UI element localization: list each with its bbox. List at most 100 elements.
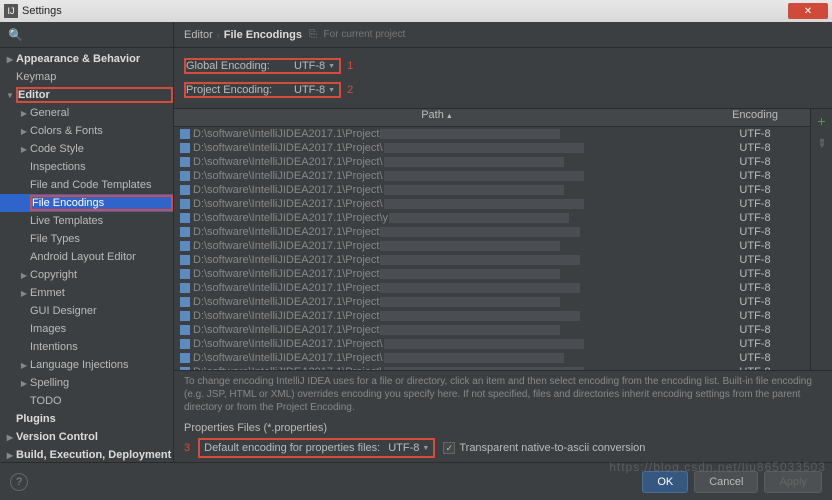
encoding-cell[interactable]: UTF-8 bbox=[700, 352, 810, 364]
path-text: D:\software\IntelliJIDEA2017.1\Project bbox=[193, 226, 379, 238]
project-encoding-dropdown[interactable]: UTF-8 ▼ bbox=[290, 84, 339, 96]
chevron-down-icon: ▼ bbox=[328, 87, 335, 94]
table-row[interactable]: D:\software\IntelliJIDEA2017.1\ProjectUT… bbox=[174, 127, 810, 141]
sidebar-item-images[interactable]: Images bbox=[0, 320, 173, 338]
sidebar-item-spelling[interactable]: ▶Spelling bbox=[0, 374, 173, 392]
search-icon: 🔍 bbox=[8, 28, 23, 42]
folder-icon bbox=[180, 227, 190, 237]
table-row[interactable]: D:\software\IntelliJIDEA2017.1\Project UT… bbox=[174, 267, 810, 281]
breadcrumb-page: File Encodings bbox=[224, 29, 302, 41]
sidebar-item-android-layout-editor[interactable]: Android Layout Editor bbox=[0, 248, 173, 266]
table-row[interactable]: D:\software\IntelliJIDEA2017.1\Project\U… bbox=[174, 197, 810, 211]
encoding-cell[interactable]: UTF-8 bbox=[700, 240, 810, 252]
sidebar-item-label: File and Code Templates bbox=[30, 179, 173, 191]
global-encoding-dropdown[interactable]: UTF-8 ▼ bbox=[290, 60, 339, 72]
encoding-cell[interactable]: UTF-8 bbox=[700, 254, 810, 266]
table-row[interactable]: D:\software\IntelliJIDEA2017.1\Project\U… bbox=[174, 337, 810, 351]
path-text: D:\software\IntelliJIDEA2017.1\Project bbox=[193, 282, 379, 294]
add-icon[interactable]: + bbox=[817, 113, 825, 129]
path-text: D:\software\IntelliJIDEA2017.1\Project bbox=[193, 296, 379, 308]
expand-arrow-icon: ▼ bbox=[4, 91, 16, 100]
encoding-cell[interactable]: UTF-8 bbox=[700, 142, 810, 154]
table-row[interactable]: D:\software\IntelliJIDEA2017.1\ProjectUT… bbox=[174, 323, 810, 337]
table-row[interactable]: D:\software\IntelliJIDEA2017.1\Project\U… bbox=[174, 169, 810, 183]
encoding-cell[interactable]: UTF-8 bbox=[700, 268, 810, 280]
checkbox-icon: ✓ bbox=[443, 442, 455, 454]
table-row[interactable]: D:\software\IntelliJIDEA2017.1\Project\U… bbox=[174, 365, 810, 370]
sidebar-item-copyright[interactable]: ▶Copyright bbox=[0, 266, 173, 284]
sidebar-item-label: Live Templates bbox=[30, 215, 173, 227]
edit-icon[interactable]: ✎ bbox=[814, 136, 830, 152]
encoding-cell[interactable]: UTF-8 bbox=[700, 156, 810, 168]
encoding-cell[interactable]: UTF-8 bbox=[700, 226, 810, 238]
sidebar-item-gui-designer[interactable]: GUI Designer bbox=[0, 302, 173, 320]
sidebar-item-intentions[interactable]: Intentions bbox=[0, 338, 173, 356]
redacted-text bbox=[389, 213, 569, 223]
sidebar-item-label: Code Style bbox=[30, 143, 173, 155]
chevron-down-icon: ▼ bbox=[328, 63, 335, 70]
properties-encoding-dropdown[interactable]: UTF-8 ▼ bbox=[388, 442, 429, 454]
table-row[interactable]: D:\software\IntelliJIDEA2017.1\Project UT… bbox=[174, 239, 810, 253]
table-row[interactable]: D:\software\IntelliJIDEA2017.1\Project UT… bbox=[174, 295, 810, 309]
encoding-cell[interactable]: UTF-8 bbox=[700, 170, 810, 182]
sidebar-item-colors-fonts[interactable]: ▶Colors & Fonts bbox=[0, 122, 173, 140]
encoding-cell[interactable]: UTF-8 bbox=[700, 296, 810, 308]
sidebar-item-build-execution-deployment[interactable]: ▶Build, Execution, Deployment bbox=[0, 446, 173, 462]
sidebar-item-code-style[interactable]: ▶Code Style bbox=[0, 140, 173, 158]
encoding-cell[interactable]: UTF-8 bbox=[700, 338, 810, 350]
sidebar-item-language-injections[interactable]: ▶Language Injections bbox=[0, 356, 173, 374]
table-row[interactable]: D:\software\IntelliJIDEA2017.1\Project UT… bbox=[174, 225, 810, 239]
encoding-cell[interactable]: UTF-8 bbox=[700, 366, 810, 370]
table-row[interactable]: D:\software\IntelliJIDEA2017.1\Project\U… bbox=[174, 183, 810, 197]
encoding-cell[interactable]: UTF-8 bbox=[700, 198, 810, 210]
sidebar-item-keymap[interactable]: Keymap bbox=[0, 68, 173, 86]
search-box[interactable]: 🔍 bbox=[0, 22, 173, 48]
folder-icon bbox=[180, 213, 190, 223]
sidebar-item-version-control[interactable]: ▶Version Control bbox=[0, 428, 173, 446]
table-row[interactable]: D:\software\IntelliJIDEA2017.1\Project\y… bbox=[174, 211, 810, 225]
encoding-cell[interactable]: UTF-8 bbox=[700, 310, 810, 322]
sidebar-item-live-templates[interactable]: Live Templates bbox=[0, 212, 173, 230]
sidebar-item-todo[interactable]: TODO bbox=[0, 392, 173, 410]
sidebar-item-inspections[interactable]: Inspections bbox=[0, 158, 173, 176]
redacted-text bbox=[384, 171, 584, 181]
table-row[interactable]: D:\software\IntelliJIDEA2017.1\Project\U… bbox=[174, 155, 810, 169]
sidebar-item-file-and-code-templates[interactable]: File and Code Templates bbox=[0, 176, 173, 194]
sidebar-item-file-types[interactable]: File Types bbox=[0, 230, 173, 248]
table-row[interactable]: D:\software\IntelliJIDEA2017.1\Project\U… bbox=[174, 141, 810, 155]
table-row[interactable]: D:\software\IntelliJIDEA2017.1\ProjectUT… bbox=[174, 309, 810, 323]
hint-text: To change encoding IntelliJ IDEA uses fo… bbox=[174, 371, 832, 418]
sidebar-item-label: Build, Execution, Deployment bbox=[16, 449, 173, 461]
sidebar-item-file-encodings[interactable]: File Encodings bbox=[0, 194, 173, 212]
expand-arrow-icon: ▶ bbox=[18, 127, 30, 136]
encoding-cell[interactable]: UTF-8 bbox=[700, 212, 810, 224]
redacted-text bbox=[380, 129, 560, 139]
sidebar-item-general[interactable]: ▶General bbox=[0, 104, 173, 122]
annotation-marker-1: 1 bbox=[347, 60, 353, 72]
table-row[interactable]: D:\software\IntelliJIDEA2017.1\Project\ U… bbox=[174, 351, 810, 365]
table-row[interactable]: D:\software\IntelliJIDEA2017.1\Project UT… bbox=[174, 281, 810, 295]
sidebar-item-appearance-behavior[interactable]: ▶Appearance & Behavior bbox=[0, 50, 173, 68]
sidebar-item-plugins[interactable]: Plugins bbox=[0, 410, 173, 428]
sidebar-item-editor[interactable]: ▼Editor bbox=[0, 86, 173, 104]
breadcrumb: Editor › File Encodings ⎘ For current pr… bbox=[174, 22, 832, 48]
encoding-cell[interactable]: UTF-8 bbox=[700, 282, 810, 294]
folder-icon bbox=[180, 241, 190, 251]
path-text: D:\software\IntelliJIDEA2017.1\Project bbox=[193, 268, 379, 280]
path-text: D:\software\IntelliJIDEA2017.1\Project\ bbox=[193, 352, 383, 364]
folder-icon bbox=[180, 157, 190, 167]
column-header-path[interactable]: Path▲ bbox=[174, 109, 700, 126]
encoding-cell[interactable]: UTF-8 bbox=[700, 128, 810, 140]
column-header-encoding[interactable]: Encoding bbox=[700, 109, 810, 126]
sidebar-item-emmet[interactable]: ▶Emmet bbox=[0, 284, 173, 302]
encoding-cell[interactable]: UTF-8 bbox=[700, 184, 810, 196]
content-pane: Editor › File Encodings ⎘ For current pr… bbox=[174, 22, 832, 462]
path-text: D:\software\IntelliJIDEA2017.1\Project bbox=[193, 240, 379, 252]
transparent-conversion-checkbox[interactable]: ✓ Transparent native-to-ascii conversion bbox=[443, 442, 645, 454]
sidebar-item-label: Editor bbox=[16, 87, 173, 103]
table-row[interactable]: D:\software\IntelliJIDEA2017.1\ProjectUT… bbox=[174, 253, 810, 267]
close-button[interactable]: ✕ bbox=[788, 3, 828, 19]
help-button[interactable]: ? bbox=[10, 473, 28, 491]
encoding-cell[interactable]: UTF-8 bbox=[700, 324, 810, 336]
sidebar-item-label: Android Layout Editor bbox=[30, 251, 173, 263]
